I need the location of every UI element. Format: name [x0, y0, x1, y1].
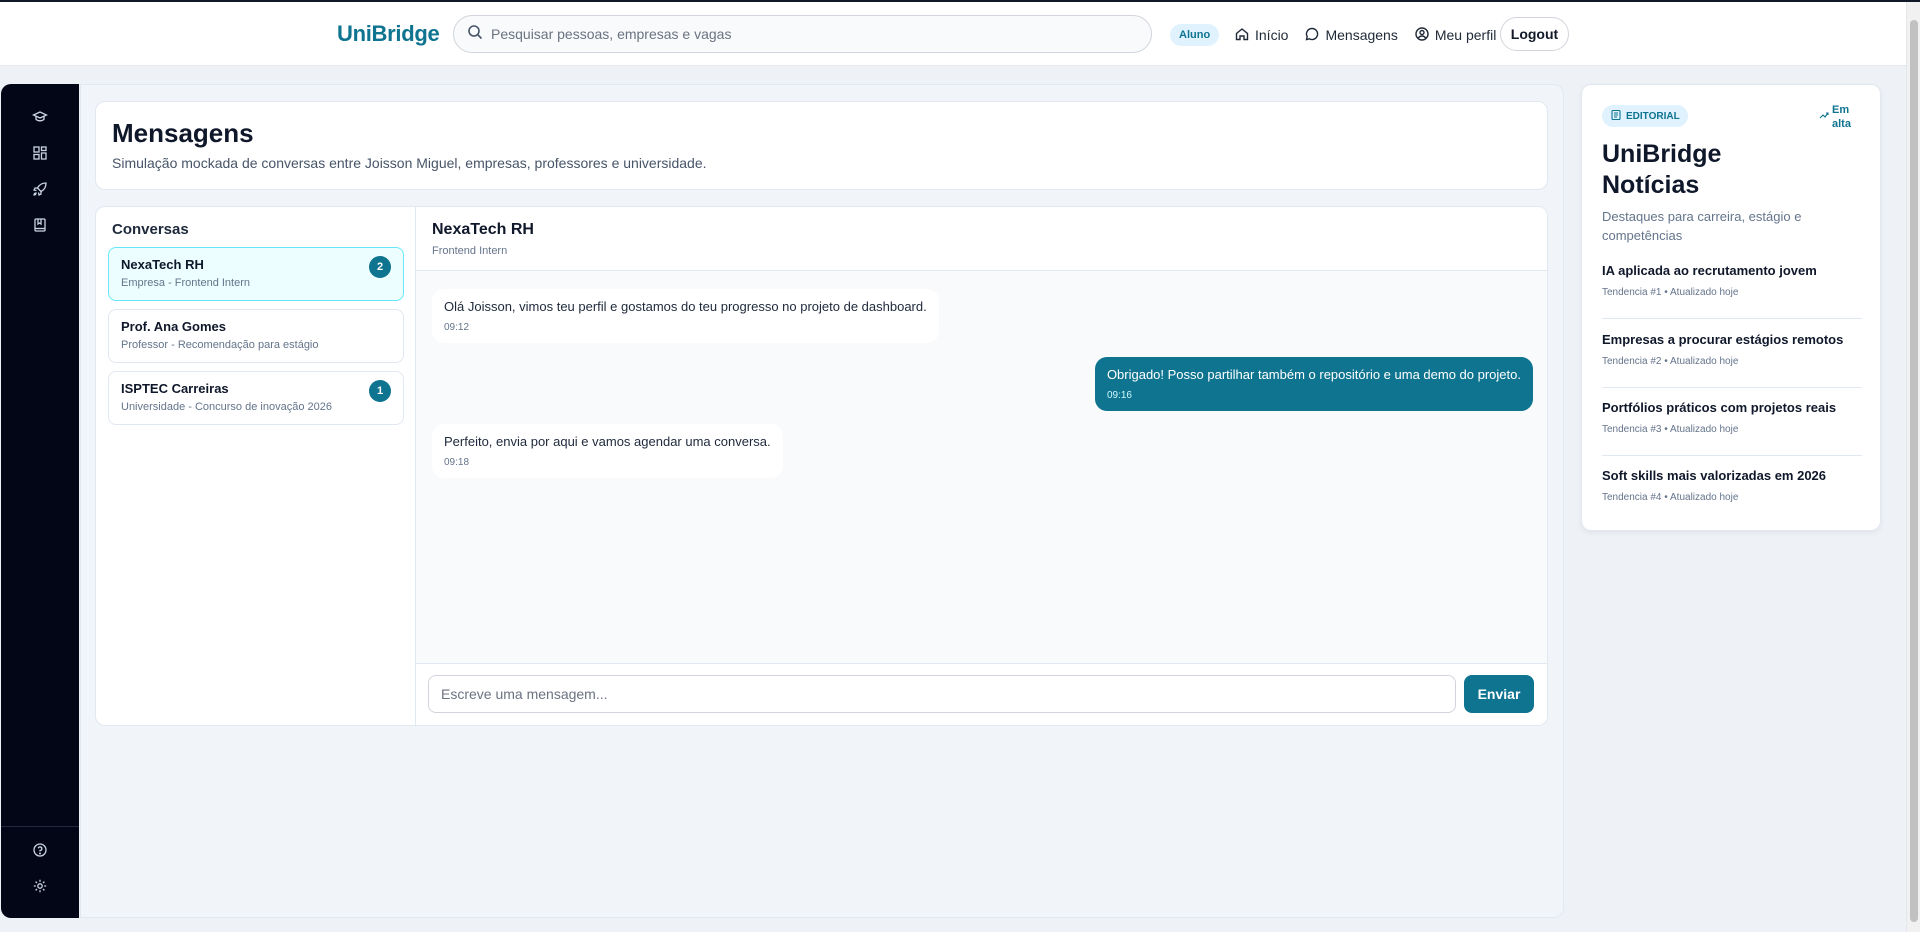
- nav-profile[interactable]: Meu perfil: [1414, 26, 1496, 45]
- conversation-item-isptec[interactable]: ISPTEC Carreiras Universidade - Concurso…: [108, 371, 404, 425]
- news-item-title: Portfólios práticos com projetos reais: [1602, 400, 1837, 415]
- nav-messages[interactable]: Mensagens: [1304, 26, 1398, 45]
- news-title: UniBridge Notícias: [1602, 140, 1722, 199]
- news-subtitle: Destaques para carreira, estágio e compe…: [1602, 209, 1802, 243]
- news-item-title: Empresas a procurar estágios remotos: [1602, 332, 1844, 347]
- search-input[interactable]: [491, 26, 1151, 42]
- conversation-list-title: Conversas: [112, 221, 189, 238]
- sidebar-divider: [1, 826, 79, 827]
- settings-icon[interactable]: [29, 875, 51, 897]
- message-time: 09:12: [444, 322, 470, 333]
- search-bar[interactable]: [453, 15, 1152, 53]
- unread-badge: 1: [369, 380, 391, 402]
- message-thread: NexaTech RH Frontend Intern Olá Joisson,…: [416, 207, 1547, 725]
- message-incoming: Olá Joisson, vimos teu perfil e gostamos…: [432, 289, 939, 343]
- left-sidebar: [1, 84, 79, 918]
- message-text: Obrigado! Posso partilhar também o repos…: [1106, 367, 1521, 382]
- thread-contact-subtitle: Frontend Intern: [432, 245, 508, 257]
- news-item-meta: Tendencia #2 • Atualizado hoje: [1602, 356, 1739, 367]
- trending-link-label: Em alta: [1832, 104, 1851, 130]
- conversation-item-ana-gomes[interactable]: Prof. Ana Gomes Professor - Recomendação…: [108, 309, 404, 363]
- trending-link[interactable]: Em alta: [1819, 103, 1856, 131]
- conversation-meta: Universidade - Concurso de inovação 2026: [121, 401, 332, 413]
- main-nav: Início Mensagens Meu perfil: [1234, 20, 1496, 50]
- trending-up-icon: [1819, 103, 1829, 131]
- news-item[interactable]: Soft skills mais valorizadas em 2026 Ten…: [1602, 468, 1862, 524]
- news-item[interactable]: Portfólios práticos com projetos reais T…: [1602, 400, 1862, 456]
- page-scrollbar[interactable]: [1906, 2, 1920, 932]
- news-item[interactable]: IA aplicada ao recrutamento jovem Tenden…: [1602, 263, 1862, 319]
- page-subtitle: Simulação mockada de conversas entre Joi…: [112, 155, 707, 171]
- thread-header: NexaTech RH Frontend Intern: [416, 207, 1547, 271]
- conversation-meta: Professor - Recomendação para estágio: [121, 339, 319, 351]
- home-icon: [1234, 26, 1250, 45]
- unread-badge: 2: [369, 256, 391, 278]
- book-icon[interactable]: [29, 214, 51, 236]
- top-header: UniBridge Aluno Início Mensagens Meu per…: [0, 2, 1906, 66]
- user-circle-icon: [1414, 26, 1430, 45]
- message-icon: [1304, 26, 1320, 45]
- thread-contact-name: NexaTech RH: [432, 221, 534, 238]
- message-text: Perfeito, envia por aqui e vamos agendar…: [444, 434, 771, 449]
- news-item-meta: Tendencia #1 • Atualizado hoje: [1602, 287, 1739, 298]
- conversation-list: Conversas NexaTech RH Empresa - Frontend…: [96, 207, 416, 725]
- conversation-name: ISPTEC Carreiras: [121, 381, 229, 396]
- news-item-title: IA aplicada ao recrutamento jovem: [1602, 263, 1817, 278]
- message-composer: Enviar: [416, 663, 1547, 725]
- conversation-meta: Empresa - Frontend Intern: [121, 277, 251, 289]
- page-header-card: Mensagens Simulação mockada de conversas…: [95, 101, 1548, 190]
- news-item[interactable]: Empresas a procurar estágios remotos Ten…: [1602, 332, 1862, 388]
- brand-logo[interactable]: UniBridge: [337, 21, 440, 47]
- message-text: Olá Joisson, vimos teu perfil e gostamos…: [444, 299, 927, 314]
- nav-profile-label: Meu perfil: [1434, 27, 1497, 43]
- news-item-meta: Tendencia #4 • Atualizado hoje: [1602, 492, 1739, 503]
- chat-panel: Conversas NexaTech RH Empresa - Frontend…: [95, 206, 1548, 726]
- conversation-name: Prof. Ana Gomes: [121, 319, 226, 334]
- nav-home-label: Início: [1255, 27, 1289, 43]
- news-card: EDITORIAL Em alta UniBridge Notícias Des…: [1581, 84, 1881, 531]
- logout-button[interactable]: Logout: [1500, 17, 1569, 51]
- search-icon: [467, 24, 483, 45]
- rocket-icon[interactable]: [29, 178, 51, 200]
- send-button[interactable]: Enviar: [1464, 675, 1534, 713]
- page-title: Mensagens: [112, 118, 254, 148]
- message-time: 09:18: [444, 457, 470, 468]
- nav-home[interactable]: Início: [1234, 26, 1288, 45]
- message-input[interactable]: [428, 675, 1456, 713]
- graduation-cap-icon[interactable]: [29, 106, 51, 128]
- conversation-item-nexatech[interactable]: NexaTech RH Empresa - Frontend Intern 2: [108, 247, 404, 301]
- conversation-name: NexaTech RH: [121, 257, 204, 272]
- message-outgoing: Obrigado! Posso partilhar também o repos…: [1094, 357, 1533, 411]
- role-badge: Aluno: [1170, 24, 1220, 46]
- editorial-badge: EDITORIAL: [1602, 105, 1688, 127]
- message-time: 09:16: [1106, 390, 1132, 401]
- news-item-title: Soft skills mais valorizadas em 2026: [1602, 468, 1827, 483]
- nav-messages-label: Mensagens: [1325, 27, 1398, 43]
- newspaper-icon: [1610, 109, 1622, 124]
- grid-icon[interactable]: [29, 142, 51, 164]
- news-item-meta: Tendencia #3 • Atualizado hoje: [1602, 424, 1739, 435]
- editorial-badge-label: EDITORIAL: [1626, 110, 1680, 122]
- help-icon[interactable]: [29, 839, 51, 861]
- message-incoming: Perfeito, envia por aqui e vamos agendar…: [432, 424, 783, 478]
- scrollbar-thumb[interactable]: [1910, 20, 1918, 922]
